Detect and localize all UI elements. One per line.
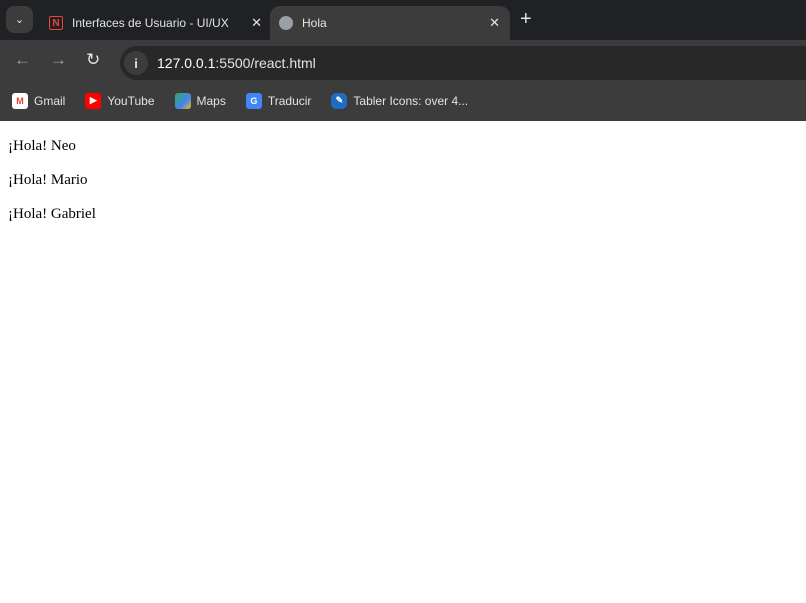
youtube-icon: ▶ — [85, 92, 102, 109]
greeting: ¡Hola! Neo — [8, 138, 76, 154]
translate-icon: G — [245, 92, 262, 109]
back-icon[interactable]: ← — [14, 50, 31, 70]
tabler-icon: ✎ — [331, 92, 348, 109]
tab-hola[interactable]: Hola ✕ — [270, 6, 510, 40]
address-bar[interactable]: i 127.0.0.1:5500/react.html — [120, 46, 806, 80]
greeting: ¡Hola! Gabriel — [8, 206, 96, 222]
bookmark-youtube[interactable]: ▶ YouTube — [85, 92, 155, 109]
tab-strip: ⌄ N Interfaces de Usuario - UI/UX ✕ Hola… — [0, 0, 806, 40]
chevron-down-icon: ⌄ — [14, 14, 25, 26]
toolbar: ← → ↻ i 127.0.0.1:5500/react.html — [0, 40, 806, 80]
bookmark-gmail[interactable]: M Gmail — [12, 92, 65, 109]
bookmark-tabler[interactable]: ✎ Tabler Icons: over 4... — [331, 92, 468, 109]
greeting: ¡Hola! Mario — [8, 172, 88, 188]
tab-interfaces[interactable]: N Interfaces de Usuario - UI/UX ✕ — [40, 6, 272, 40]
forward-icon[interactable]: → — [50, 50, 67, 70]
tab-search-button[interactable]: ⌄ — [6, 6, 33, 33]
maps-icon — [174, 92, 191, 109]
globe-icon — [278, 15, 294, 31]
info-icon[interactable]: i — [124, 51, 148, 75]
close-icon[interactable]: ✕ — [251, 15, 262, 31]
tab-title: Hola — [302, 16, 327, 30]
page-content: ¡Hola! Neo ¡Hola! Mario ¡Hola! Gabriel — [0, 121, 806, 255]
tab-title: Interfaces de Usuario - UI/UX — [72, 16, 229, 30]
bookmarks-bar: M Gmail ▶ YouTube Maps G Traducir ✎ Tabler I… — [0, 80, 806, 121]
notion-icon: N — [48, 15, 64, 31]
bookmark-traducir[interactable]: G Traducir — [245, 92, 311, 109]
plus-icon: + — [520, 8, 532, 30]
close-icon[interactable]: ✕ — [489, 15, 500, 31]
bookmark-maps[interactable]: Maps — [174, 92, 226, 109]
new-tab-button[interactable]: + — [520, 8, 532, 31]
reload-icon[interactable]: ↻ — [86, 50, 100, 70]
gmail-icon: M — [12, 92, 28, 109]
url-text[interactable]: 127.0.0.1:5500/react.html — [157, 55, 316, 71]
